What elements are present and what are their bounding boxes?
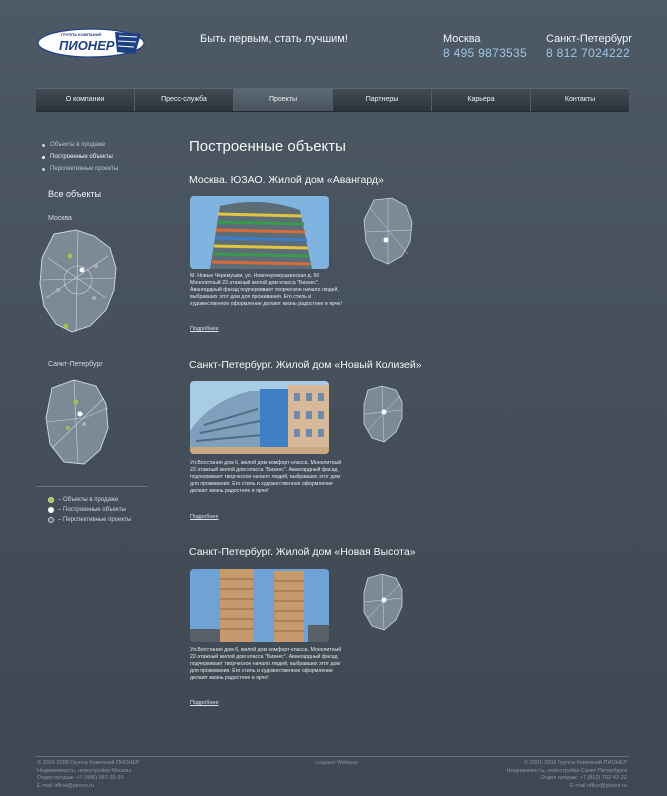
sidebar-item-for-sale[interactable]: Объекты в продаже — [42, 142, 105, 148]
more-link[interactable]: Подробнее — [190, 326, 219, 332]
more-link[interactable]: Подробнее — [190, 514, 219, 520]
spb-map[interactable] — [44, 378, 112, 468]
sidebar-item-built[interactable]: Построенные объекты — [42, 154, 113, 160]
legend-built: – Построенные объекты — [48, 507, 126, 513]
object-description: Ул.Восстания дом 6, жилой дом комфорт-кл… — [190, 647, 342, 681]
footer-credit[interactable]: создано Webway — [315, 760, 358, 768]
spb-map-label: Санкт-Петербург — [48, 361, 103, 368]
city-spb: Санкт-Петербург — [546, 33, 633, 45]
main-nav: О компании Пресс-служба Проекты Партнеры… — [36, 88, 629, 112]
footer-phone: Отдел продаж: +7 (812) 702-42-22 — [540, 775, 627, 781]
legend-label: – Объекты в продаже — [58, 497, 119, 503]
bullet-icon — [42, 155, 45, 159]
slogan: Быть первым, стать лучшим! — [200, 33, 348, 45]
more-link[interactable]: Подробнее — [190, 700, 219, 706]
grey-dot-icon — [48, 517, 54, 523]
legend-label: – Построенные объекты — [58, 507, 126, 513]
nav-item-projects[interactable]: Проекты — [233, 89, 332, 111]
object-location-map[interactable] — [362, 384, 404, 444]
all-objects-heading[interactable]: Все объекты — [48, 189, 101, 199]
footer-copyright: © 2001-2008 Группа Компаний ПИОНЕР — [524, 760, 627, 766]
sidebar-item-label: Объекты в продаже — [50, 142, 106, 148]
footer-left: © 2001-2008 Группа Компаний ПИОНЕР Недви… — [37, 760, 140, 790]
footer-tagline: Недвижимость, новостройки Москвы — [37, 767, 132, 774]
object-title[interactable]: Санкт-Петербург. Жилой дом «Новый Колизе… — [189, 359, 422, 371]
moscow-map[interactable] — [36, 228, 120, 338]
legend-label: – Перспективные проекты — [58, 517, 132, 523]
white-dot-icon — [48, 507, 54, 513]
object-description: Ул.Восстания дом 6, жилой дом комфорт-кл… — [190, 460, 342, 494]
page-title: Построенные объекты — [189, 138, 346, 155]
bullet-icon — [42, 143, 45, 147]
footer-tagline: Недвижимость, новостройки Санкт-Петербур… — [506, 767, 627, 774]
moscow-map-label: Москва — [48, 215, 72, 222]
sidebar-divider — [36, 486, 148, 487]
nav-item-career[interactable]: Карьера — [431, 89, 530, 111]
footer-email[interactable]: E-mail office@pionor.ru — [37, 783, 140, 791]
footer-right: © 2001-2008 Группа Компаний ПИОНЕР Недви… — [507, 760, 627, 790]
sidebar-item-label: Перспективные проекты — [50, 166, 119, 172]
green-dot-icon — [48, 497, 54, 503]
logo-group-label: ГРУППА КОМПАНИЙ — [61, 32, 102, 37]
footer-email[interactable]: E-mail office@pionor.ru — [507, 783, 627, 791]
sidebar-item-label: Построенные объекты — [50, 154, 113, 160]
footer-divider — [36, 756, 629, 757]
nav-item-press[interactable]: Пресс-служба — [134, 89, 233, 111]
nav-item-contacts[interactable]: Контакты — [530, 89, 629, 111]
object-title[interactable]: Москва. ЮЗАО. Жилой дом «Авангард» — [189, 174, 384, 186]
sidebar-item-future[interactable]: Перспективные проекты — [42, 166, 118, 172]
nav-item-about[interactable]: О компании — [36, 89, 134, 111]
legend-future: – Перспективные проекты — [48, 517, 131, 523]
company-logo[interactable]: ГРУППА КОМПАНИЙ ПИОНЕР — [37, 28, 145, 58]
bullet-icon — [42, 167, 45, 171]
footer-phone: Отдел продаж: +7 (495) 987-35-35 — [37, 775, 124, 781]
object-location-map[interactable] — [362, 572, 404, 632]
phone-moscow[interactable]: 8 495 9873535 — [443, 46, 527, 60]
logo-text: ПИОНЕР — [59, 38, 115, 53]
object-photo[interactable] — [190, 381, 329, 454]
nav-item-partners[interactable]: Партнеры — [332, 89, 431, 111]
phone-spb[interactable]: 8 812 7024222 — [546, 46, 630, 60]
city-moscow: Москва — [443, 33, 481, 45]
object-photo[interactable] — [190, 196, 329, 269]
footer-copyright: © 2001-2008 Группа Компаний ПИОНЕР — [37, 760, 140, 766]
object-photo[interactable] — [190, 569, 329, 642]
object-description: М. Новые Черемушки, ул. Новочеремушкинск… — [190, 273, 342, 307]
object-location-map[interactable] — [362, 196, 414, 266]
legend-for-sale: – Объекты в продаже — [48, 497, 118, 503]
object-title[interactable]: Санкт-Петербург. Жилой дом «Новая Высота… — [189, 546, 416, 558]
